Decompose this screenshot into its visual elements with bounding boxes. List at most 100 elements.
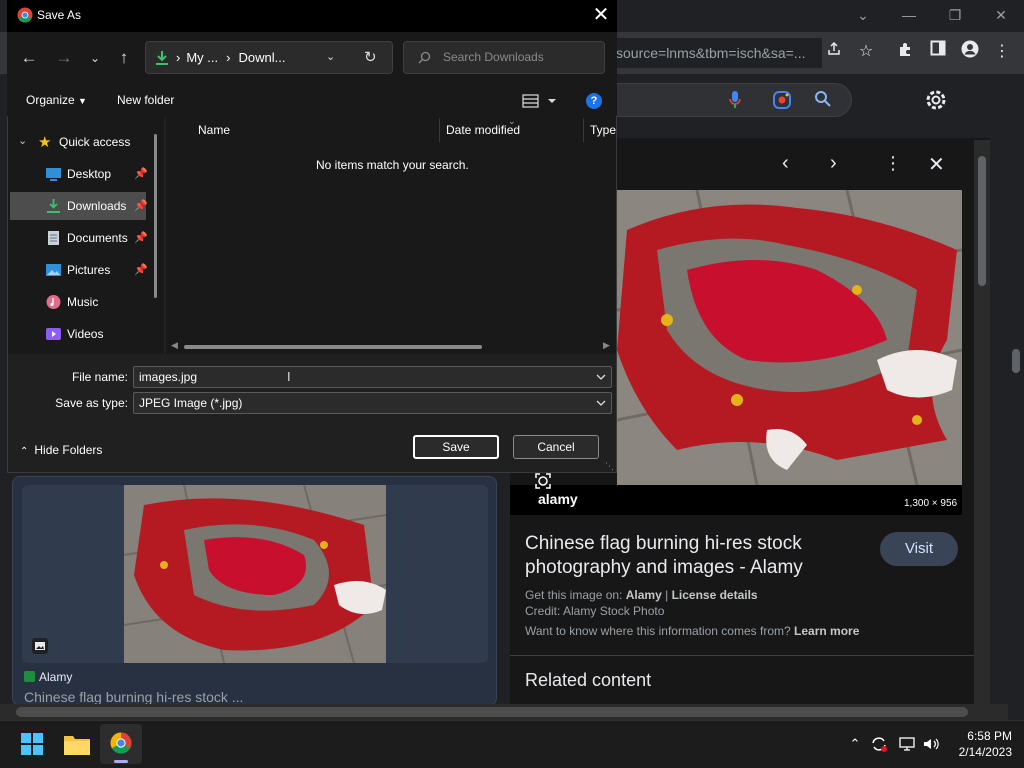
search-box[interactable] <box>600 83 852 117</box>
lens-icon[interactable] <box>772 90 792 115</box>
address-bar[interactable]: source=lnms&tbm=isch&sa=... <box>600 38 822 68</box>
card-title[interactable]: Chinese flag burning hi-res stock ... <box>24 689 243 705</box>
new-folder-button[interactable]: New folder <box>117 93 174 107</box>
dialog-close-icon[interactable]: ✕ <box>588 4 614 28</box>
nav-item-pictures[interactable]: Pictures 📌 <box>10 256 148 284</box>
chrome-taskbar-button[interactable] <box>100 724 142 764</box>
cancel-button[interactable]: Cancel <box>513 435 599 459</box>
panel-scrollbar-thumb[interactable] <box>978 156 986 286</box>
breadcrumb-item[interactable]: My ... <box>186 50 218 65</box>
next-arrow-icon[interactable]: › <box>830 152 837 175</box>
close-window-icon[interactable]: ✕ <box>986 4 1016 26</box>
license-details-link[interactable]: License details <box>672 588 758 602</box>
address-dropdown-icon[interactable]: ⌄ <box>326 50 335 63</box>
panel-scrollbar[interactable] <box>974 140 990 704</box>
scroll-right-icon[interactable]: ▶ <box>603 340 610 351</box>
pin-icon: 📌 <box>134 168 148 180</box>
music-icon <box>46 295 61 309</box>
nav-item-downloads[interactable]: Downloads 📌 <box>10 192 148 220</box>
dialog-title: Save As <box>37 8 82 22</box>
file-list-pane <box>166 116 616 354</box>
back-arrow-icon[interactable]: ← <box>17 47 41 69</box>
documents-icon <box>46 231 61 245</box>
horizontal-scrollbar-thumb[interactable] <box>16 707 968 717</box>
preview-image[interactable] <box>617 190 962 485</box>
nav-item-desktop[interactable]: Desktop 📌 <box>10 160 148 188</box>
file-name-field[interactable]: images.jpg I <box>133 366 612 388</box>
preview-title[interactable]: Chinese flag burning hi-res stock photog… <box>525 532 865 580</box>
page-scrollbar-thumb[interactable] <box>1012 349 1020 373</box>
clock-time[interactable]: 6:58 PM <box>940 729 1012 743</box>
pictures-icon <box>46 263 61 277</box>
sync-icon[interactable] <box>870 735 888 753</box>
credit-text: Credit: Alamy Stock Photo <box>525 604 665 618</box>
column-header-type[interactable]: Type <box>590 123 616 137</box>
chevron-up-icon: ⌃ <box>20 446 29 457</box>
navigation-pane-scrollbar[interactable] <box>154 134 157 298</box>
pin-icon: 📌 <box>134 232 148 244</box>
visit-button[interactable]: Visit <box>880 532 958 566</box>
info-question-line: Want to know where this information come… <box>525 624 860 638</box>
side-panel-icon[interactable] <box>926 40 950 64</box>
column-separator[interactable] <box>439 118 440 142</box>
column-header-name[interactable]: Name <box>198 123 230 137</box>
forward-arrow-icon[interactable]: → <box>52 47 76 69</box>
recent-locations-icon[interactable]: ⌄ <box>83 47 107 69</box>
nav-item-documents[interactable]: Documents 📌 <box>10 224 148 252</box>
network-icon[interactable] <box>898 735 916 753</box>
previous-arrow-icon[interactable]: ‹ <box>782 152 789 175</box>
file-name-label: File name: <box>71 370 128 384</box>
downloads-location-icon <box>155 50 169 71</box>
windows-start-icon[interactable] <box>21 733 43 760</box>
save-button[interactable]: Save <box>413 435 499 459</box>
expand-chevron-icon[interactable]: ⌄ <box>18 134 27 147</box>
organize-menu[interactable]: Organize ▼ <box>26 93 87 107</box>
bookmark-star-icon[interactable]: ☆ <box>854 40 878 64</box>
download-icon <box>46 199 61 213</box>
save-as-type-select[interactable]: JPEG Image (*.jpg) <box>133 392 612 414</box>
settings-gear-icon[interactable] <box>922 86 950 114</box>
breadcrumb-item[interactable]: Downl... <box>238 50 285 65</box>
favicon-icon <box>24 671 35 682</box>
column-header-date-modified[interactable]: Date modified <box>446 123 520 137</box>
clock-date[interactable]: 2/14/2023 <box>940 745 1012 759</box>
save-as-type-value: JPEG Image (*.jpg) <box>139 396 243 410</box>
nav-item-music[interactable]: Music <box>10 288 148 316</box>
column-separator[interactable] <box>583 118 584 142</box>
hide-folders-toggle[interactable]: ⌃ Hide Folders <box>20 443 102 457</box>
file-pane-scrollbar-thumb[interactable] <box>184 345 482 349</box>
chevron-down-icon[interactable] <box>594 369 608 385</box>
resize-grip-icon[interactable]: ⋱ <box>605 461 614 472</box>
nav-item-videos[interactable]: Videos <box>10 320 148 348</box>
source-link[interactable]: Alamy <box>626 588 662 602</box>
share-icon[interactable] <box>822 40 846 64</box>
tab-search-icon[interactable]: ⌄ <box>848 4 878 26</box>
lens-search-icon[interactable] <box>534 472 552 495</box>
refresh-icon[interactable]: ↻ <box>364 48 377 66</box>
help-icon[interactable]: ? <box>586 93 602 109</box>
menu-kebab-icon[interactable]: ⋮ <box>990 40 1014 64</box>
pin-icon: 📌 <box>134 264 148 276</box>
view-options-icon[interactable] <box>522 93 556 114</box>
profile-icon[interactable] <box>958 40 982 64</box>
file-explorer-icon[interactable] <box>64 733 90 760</box>
star-icon: ★ <box>38 134 52 151</box>
chevron-down-icon[interactable] <box>594 395 608 411</box>
image-dimensions: 1,300 × 956 <box>904 498 958 509</box>
search-icon[interactable] <box>814 90 832 113</box>
minimize-icon[interactable]: — <box>894 4 924 26</box>
close-preview-icon[interactable]: ✕ <box>928 152 945 177</box>
more-options-icon[interactable]: ⋮ <box>884 153 902 174</box>
dialog-titlebar[interactable] <box>7 0 617 32</box>
card-thumbnail[interactable] <box>124 485 386 663</box>
microphone-icon[interactable] <box>728 90 742 115</box>
extensions-icon[interactable] <box>894 40 918 64</box>
volume-icon[interactable] <box>922 735 940 753</box>
show-hidden-icons-icon[interactable]: ⌃ <box>846 735 864 753</box>
restore-icon[interactable]: ❐ <box>940 4 970 26</box>
up-arrow-icon[interactable]: ↑ <box>112 47 136 69</box>
nav-item-quick-access[interactable]: ⌄ ★ Quick access <box>10 128 148 156</box>
page-scrollbar[interactable] <box>1008 74 1024 704</box>
scroll-left-icon[interactable]: ◀ <box>171 340 178 351</box>
learn-more-link[interactable]: Learn more <box>794 624 859 638</box>
